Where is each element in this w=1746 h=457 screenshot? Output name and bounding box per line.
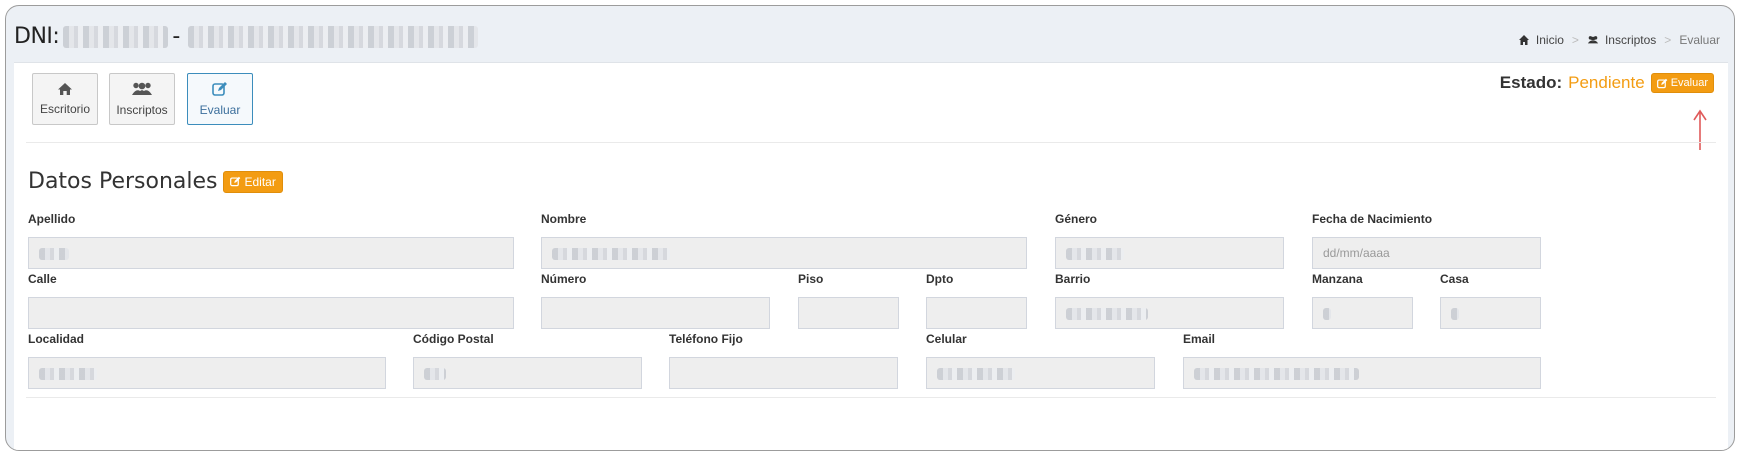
localidad-group: Localidad bbox=[28, 332, 386, 389]
apellido-field[interactable] bbox=[28, 237, 514, 269]
barrio-group: Barrio bbox=[1055, 272, 1284, 329]
calle-group: Calle bbox=[28, 272, 514, 329]
barrio-field[interactable] bbox=[1055, 297, 1284, 329]
redacted-value bbox=[1323, 308, 1331, 321]
evaluar-nav-label: Evaluar bbox=[199, 103, 241, 117]
editar-button-label: Editar bbox=[244, 174, 276, 189]
manzana-field[interactable] bbox=[1312, 297, 1413, 329]
estado-value: Pendiente bbox=[1568, 73, 1645, 92]
dpto-label: Dpto bbox=[926, 272, 954, 286]
localidad-field[interactable] bbox=[28, 357, 386, 389]
page-title: DNI: - bbox=[14, 24, 478, 49]
dpto-group: Dpto bbox=[926, 272, 1027, 329]
email-label: Email bbox=[1183, 332, 1216, 346]
piso-label: Piso bbox=[798, 272, 824, 286]
estado-area: Estado: Pendiente Evaluar bbox=[1500, 73, 1714, 93]
codigo-postal-label: Código Postal bbox=[413, 332, 494, 346]
redacted-value bbox=[1066, 248, 1124, 261]
localidad-label: Localidad bbox=[28, 332, 85, 346]
dpto-field[interactable] bbox=[926, 297, 1027, 329]
evaluar-nav-button[interactable]: Evaluar bbox=[187, 73, 253, 125]
users-icon bbox=[132, 82, 152, 95]
redacted-value bbox=[1066, 308, 1148, 321]
numero-group: Número bbox=[541, 272, 770, 329]
editar-button[interactable]: Editar bbox=[223, 170, 283, 193]
name-redacted bbox=[187, 26, 478, 48]
nombre-field[interactable] bbox=[541, 237, 1027, 269]
inscriptos-button[interactable]: Inscriptos bbox=[109, 73, 175, 125]
datos-personales-heading: Datos Personales Editar bbox=[28, 169, 283, 194]
codigo-postal-group: Código Postal bbox=[413, 332, 642, 389]
evaluar-button[interactable]: Evaluar bbox=[1650, 73, 1714, 93]
inscriptos-label: Inscriptos bbox=[116, 103, 168, 117]
evaluar-button-label: Evaluar bbox=[1670, 77, 1708, 89]
redacted-value bbox=[39, 248, 69, 261]
calle-label: Calle bbox=[28, 272, 57, 286]
breadcrumb-home[interactable]: Inicio bbox=[1536, 33, 1564, 47]
telefono-fijo-label: Teléfono Fijo bbox=[669, 332, 743, 346]
users-icon bbox=[1587, 36, 1599, 44]
edit-icon bbox=[230, 176, 241, 187]
redacted-value bbox=[937, 368, 1015, 381]
breadcrumb-current: Evaluar bbox=[1679, 33, 1720, 47]
numero-label: Número bbox=[541, 272, 587, 286]
dni-redacted-number bbox=[63, 26, 169, 48]
fecha-nacimiento-field[interactable]: dd/mm/aaaa bbox=[1312, 237, 1541, 269]
apellido-label: Apellido bbox=[28, 212, 76, 226]
home-icon bbox=[58, 83, 72, 95]
genero-group: Género bbox=[1055, 212, 1284, 269]
divider bbox=[26, 142, 1716, 143]
celular-field[interactable] bbox=[926, 357, 1155, 389]
breadcrumb-separator: > bbox=[1571, 33, 1579, 47]
dni-label: DNI: bbox=[14, 24, 60, 49]
pointer-arrow-icon bbox=[1693, 109, 1707, 150]
codigo-postal-field[interactable] bbox=[413, 357, 642, 389]
telefono-fijo-group: Teléfono Fijo bbox=[669, 332, 898, 389]
edit-icon bbox=[1656, 78, 1668, 88]
breadcrumb: Inicio > Inscriptos > Evaluar bbox=[1518, 33, 1720, 47]
celular-group: Celular bbox=[926, 332, 1155, 389]
manzana-label: Manzana bbox=[1312, 272, 1363, 286]
dni-separator: - bbox=[172, 24, 180, 49]
manzana-group: Manzana bbox=[1312, 272, 1413, 329]
divider bbox=[26, 397, 1716, 398]
content-header: DNI: - Inicio > Inscriptos > Evaluar bbox=[6, 6, 1734, 62]
escritorio-button[interactable]: Escritorio bbox=[32, 73, 98, 125]
breadcrumb-separator: > bbox=[1664, 33, 1672, 47]
email-field[interactable] bbox=[1183, 357, 1541, 389]
home-icon bbox=[1518, 35, 1529, 45]
redacted-value bbox=[1194, 368, 1359, 381]
piso-field[interactable] bbox=[798, 297, 899, 329]
breadcrumb-inscriptos[interactable]: Inscriptos bbox=[1605, 33, 1656, 47]
redacted-value bbox=[1451, 308, 1459, 321]
celular-label: Celular bbox=[926, 332, 967, 346]
casa-group: Casa bbox=[1440, 272, 1541, 329]
calle-field[interactable] bbox=[28, 297, 514, 329]
fecha-nacimiento-group: Fecha de Nacimiento dd/mm/aaaa bbox=[1312, 212, 1541, 269]
redacted-value bbox=[424, 368, 446, 381]
redacted-value bbox=[39, 368, 97, 381]
email-group: Email bbox=[1183, 332, 1541, 389]
apellido-group: Apellido bbox=[28, 212, 514, 269]
casa-label: Casa bbox=[1440, 272, 1469, 286]
escritorio-label: Escritorio bbox=[39, 102, 90, 116]
datos-personales-title: Datos Personales bbox=[28, 169, 218, 194]
main-box: Escritorio Inscriptos Evaluar Estado: Pe… bbox=[14, 62, 1728, 450]
app-frame: DNI: - Inicio > Inscriptos > Evaluar Escr… bbox=[5, 5, 1735, 451]
genero-field[interactable] bbox=[1055, 237, 1284, 269]
numero-field[interactable] bbox=[541, 297, 770, 329]
telefono-fijo-field[interactable] bbox=[669, 357, 898, 389]
genero-label: Género bbox=[1055, 212, 1098, 226]
edit-icon bbox=[212, 82, 227, 96]
piso-group: Piso bbox=[798, 272, 899, 329]
fecha-nacimiento-label: Fecha de Nacimiento bbox=[1312, 212, 1433, 226]
redacted-value bbox=[552, 248, 670, 261]
nombre-label: Nombre bbox=[541, 212, 587, 226]
casa-field[interactable] bbox=[1440, 297, 1541, 329]
nombre-group: Nombre bbox=[541, 212, 1027, 269]
estado-label: Estado: bbox=[1499, 73, 1563, 92]
barrio-label: Barrio bbox=[1055, 272, 1091, 286]
